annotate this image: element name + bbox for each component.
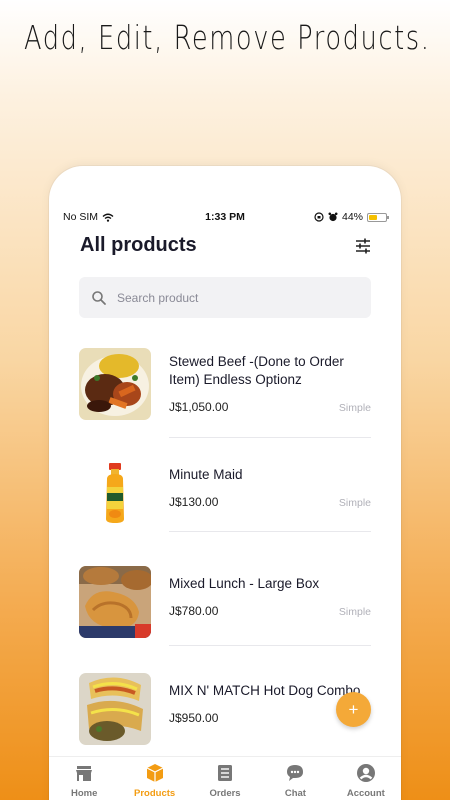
search-bar[interactable] xyxy=(79,277,371,318)
product-type: Simple xyxy=(338,402,371,414)
tab-label: Products xyxy=(134,788,176,799)
alarm-icon xyxy=(328,212,338,222)
filter-icon[interactable] xyxy=(355,238,371,254)
product-row[interactable]: MIX N' MATCH Hot Dog Combo J$950.00 xyxy=(79,654,371,754)
bottom-tab-bar: Home Products Orders Chat Account xyxy=(49,756,401,800)
product-image-minute-maid xyxy=(79,457,151,529)
product-price: J$1,050.00 xyxy=(169,400,229,414)
product-image-mixed-lunch xyxy=(79,566,151,638)
status-bar: No SIM 1:33 PM 44% xyxy=(49,210,401,226)
search-icon xyxy=(92,290,106,305)
battery-percent: 44% xyxy=(341,211,363,223)
battery-icon xyxy=(367,212,389,222)
product-name: Minute Maid xyxy=(169,467,243,482)
phone-screen: No SIM 1:33 PM 44% All products Search p… xyxy=(49,166,401,800)
tab-label: Account xyxy=(346,788,385,799)
product-row[interactable]: Minute Maid J$130.00 Simple xyxy=(79,453,371,560)
tab-label: Orders xyxy=(209,788,241,799)
battery-fill xyxy=(369,214,377,220)
rotation-lock-icon xyxy=(314,212,324,222)
chat-icon xyxy=(287,765,304,781)
product-type: Simple xyxy=(338,497,371,509)
product-price: J$130.00 xyxy=(169,495,219,509)
tab-home[interactable]: Home xyxy=(49,757,119,800)
box-icon xyxy=(146,764,163,782)
tab-account[interactable]: Account xyxy=(331,757,401,800)
product-image-stewed-beef xyxy=(79,348,151,420)
store-icon xyxy=(76,766,93,781)
row-divider xyxy=(169,437,371,438)
account-icon xyxy=(356,764,375,782)
tab-label: Chat xyxy=(284,788,306,799)
product-list: Stewed Beef -(Done to Order Item) Endles… xyxy=(79,346,371,754)
tab-orders[interactable]: Orders xyxy=(190,757,260,800)
product-row[interactable]: Stewed Beef -(Done to Order Item) Endles… xyxy=(79,346,371,453)
orders-icon xyxy=(218,765,233,781)
tab-label: Home xyxy=(71,788,98,799)
add-product-button[interactable]: + xyxy=(336,692,371,727)
search-input[interactable] xyxy=(117,290,337,305)
plus-icon: + xyxy=(348,699,359,719)
page-title: All products xyxy=(80,234,197,256)
tab-chat[interactable]: Chat xyxy=(260,757,330,800)
product-row[interactable]: Mixed Lunch - Large Box J$780.00 Simple xyxy=(79,547,371,654)
product-price: J$780.00 xyxy=(169,604,219,618)
product-name: Stewed Beef -(Done to Order Item) Endles… xyxy=(169,354,344,387)
status-right: 44% xyxy=(314,211,389,223)
row-divider xyxy=(169,645,371,646)
promo-headline: Add, Edit, Remove Products. xyxy=(24,18,431,57)
product-name: Mixed Lunch - Large Box xyxy=(169,576,320,591)
product-type: Simple xyxy=(338,606,371,618)
tab-products[interactable]: Products xyxy=(119,757,189,800)
product-image-hot-dog-combo xyxy=(79,673,151,745)
row-divider xyxy=(169,531,371,532)
product-name: MIX N' MATCH Hot Dog Combo xyxy=(169,683,361,698)
product-price: J$950.00 xyxy=(169,711,219,725)
